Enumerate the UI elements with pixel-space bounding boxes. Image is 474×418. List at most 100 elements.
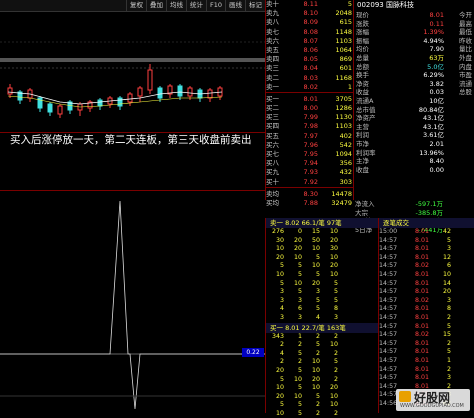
tick-value: 2 xyxy=(279,358,284,366)
info-key: 总量 xyxy=(356,53,369,62)
level-price: 8.07 xyxy=(303,36,318,45)
level-volume: 303 xyxy=(339,177,352,186)
tick-value: 2 xyxy=(333,332,338,340)
flow-key: 净流入 xyxy=(355,200,375,208)
level-price: 8.01 xyxy=(303,94,318,103)
level-price: 7.99 xyxy=(303,113,318,122)
sell-level-row[interactable]: 卖一 8.02 1 xyxy=(266,83,354,92)
tick-value: 3 xyxy=(315,288,320,296)
candle-body xyxy=(127,93,133,103)
sell-level-row[interactable]: 卖六 8.07 1103 xyxy=(266,37,354,46)
candle-body xyxy=(57,105,63,115)
stock-title[interactable]: 002093 国脉科技 xyxy=(354,0,474,11)
tape-row: 14:57 8.02 15 xyxy=(379,331,474,340)
flow-row: 大宗 -385.8万 xyxy=(353,209,474,218)
sell-level-row[interactable]: 卖八 8.09 615 xyxy=(266,18,354,27)
info-key: 收盘 xyxy=(356,165,369,174)
toolbar-button[interactable]: 画线 xyxy=(225,0,245,11)
tape-volume: 5 xyxy=(446,348,451,356)
tick-value: 10 xyxy=(311,245,320,253)
watermark: 好股网 WWW.GOODGUPIAO.COM xyxy=(396,389,470,411)
kline-chart[interactable] xyxy=(0,12,265,133)
tick-row: 4 6 5 8 xyxy=(266,305,379,314)
level-price: 8.02 xyxy=(303,82,318,91)
info-value: 1.39% xyxy=(423,28,444,37)
tape-row: 14:57 8.01 5 xyxy=(379,323,474,332)
info-value: 43.1亿 xyxy=(423,114,444,123)
buy-level-row[interactable]: 买七 7.95 1094 xyxy=(266,150,354,159)
level-price: 7.98 xyxy=(303,122,318,131)
tape-volume: 14 xyxy=(442,279,451,287)
tick-row: 4 5 2 2 xyxy=(266,350,379,359)
tick-value: 3 xyxy=(279,288,284,296)
tape-time: 14:57 xyxy=(379,245,398,253)
info-value: 4.94% xyxy=(423,36,444,45)
tick-value: 2 xyxy=(315,349,320,357)
tape-volume: 3 xyxy=(446,245,451,253)
info-row: 净资产 43.1亿 xyxy=(354,114,474,123)
buy-levels: 买一 8.01 3705 买二 8.00 1286 买三 7.99 1130 买四 7.98 1103… xyxy=(266,95,354,187)
sell-level-row[interactable]: 卖三 8.04 601 xyxy=(266,64,354,73)
toolbar-button[interactable]: 复权 xyxy=(125,0,146,11)
tick-value: 10 xyxy=(275,270,284,278)
toolbar-button[interactable]: 均线 xyxy=(165,0,186,11)
sell-level-row[interactable]: 卖七 8.08 1148 xyxy=(266,28,354,37)
buy-level-row[interactable]: 买八 7.94 356 xyxy=(266,159,354,168)
buy-level-row[interactable]: 买二 8.00 1286 xyxy=(266,104,354,113)
info-key-2: 最高 xyxy=(459,19,472,28)
tick-row: 2 2 5 10 xyxy=(266,341,379,350)
level-name: 买六 xyxy=(266,140,279,149)
sell-level-row[interactable]: 卖十 8.11 5 xyxy=(266,0,354,9)
level-name: 买三 xyxy=(266,113,279,122)
tape-row: 14:57 8.02 3 xyxy=(379,297,474,306)
toolbar-button[interactable]: 叠加 xyxy=(145,0,166,11)
tick-value: 5 xyxy=(315,253,320,261)
tick-value: 10 xyxy=(311,358,320,366)
level-name: 卖九 xyxy=(266,9,279,18)
level-name: 卖二 xyxy=(266,73,279,82)
buy-level-row[interactable]: 买五 7.97 402 xyxy=(266,132,354,141)
info-row: 主净 8.40 xyxy=(354,157,474,166)
info-row: 振幅 4.94% 昨收 xyxy=(354,37,474,46)
buy-level-row[interactable]: 买六 7.96 542 xyxy=(266,141,354,150)
tick-value: 3 xyxy=(279,313,284,321)
level-price: 7.94 xyxy=(303,159,318,168)
level-price: 8.08 xyxy=(303,27,318,36)
buy-level-row[interactable]: 买九 7.93 432 xyxy=(266,168,354,177)
info-row: 市净 2.01 xyxy=(354,140,474,149)
sell-level-row[interactable]: 卖二 8.03 1168 xyxy=(266,74,354,83)
candle-body xyxy=(187,87,193,97)
tape-volume: 3 xyxy=(446,374,451,382)
price-marker: 0.22 xyxy=(242,348,264,357)
buy-average: 买均 7.88 32479 xyxy=(266,198,352,207)
buy-level-row[interactable]: 买三 7.99 1130 xyxy=(266,113,354,122)
tick-value: 5 xyxy=(315,270,320,278)
sell-level-row[interactable]: 卖九 8.10 2048 xyxy=(266,9,354,18)
info-row: 均价 7.90 量比 xyxy=(354,45,474,54)
info-value: 2.01 xyxy=(429,139,444,148)
toolbar-button[interactable]: 统计 xyxy=(185,0,206,11)
toolbar-button[interactable]: F10 xyxy=(205,0,225,11)
sell-level-row[interactable]: 卖四 8.05 869 xyxy=(266,55,354,64)
tick-value: 10 xyxy=(311,366,320,374)
tape-time: 14:57 xyxy=(379,322,398,330)
level-volume: 601 xyxy=(339,64,352,73)
tick-row: 20 10 5 10 xyxy=(266,393,379,402)
info-row: 涨跌 0.11 最高 xyxy=(354,20,474,29)
buy-level-row[interactable]: 买十 7.92 303 xyxy=(266,178,354,187)
candles-group xyxy=(7,64,223,118)
tape-price: 8.01 xyxy=(414,270,429,278)
tape-time: 14:57 xyxy=(379,279,398,287)
buy-level-row[interactable]: 买一 8.01 3705 xyxy=(266,95,354,104)
level-price: 8.00 xyxy=(303,104,318,113)
tape-price: 8.01 xyxy=(414,228,429,235)
tick-row: 5 5 10 20 xyxy=(266,262,379,271)
tick-row: 5 10 20 5 xyxy=(266,280,379,289)
level-price: 7.93 xyxy=(303,168,318,177)
buy-level-row[interactable]: 买四 7.98 1103 xyxy=(266,122,354,131)
watermark-site: WWW.GOODGUPIAO.COM xyxy=(400,403,464,409)
toolbar-button[interactable]: 标记 xyxy=(245,0,265,11)
indicator-chart[interactable] xyxy=(0,190,265,414)
tick-value: 2 xyxy=(333,409,338,417)
sell-level-row[interactable]: 卖五 8.06 1064 xyxy=(266,46,354,55)
